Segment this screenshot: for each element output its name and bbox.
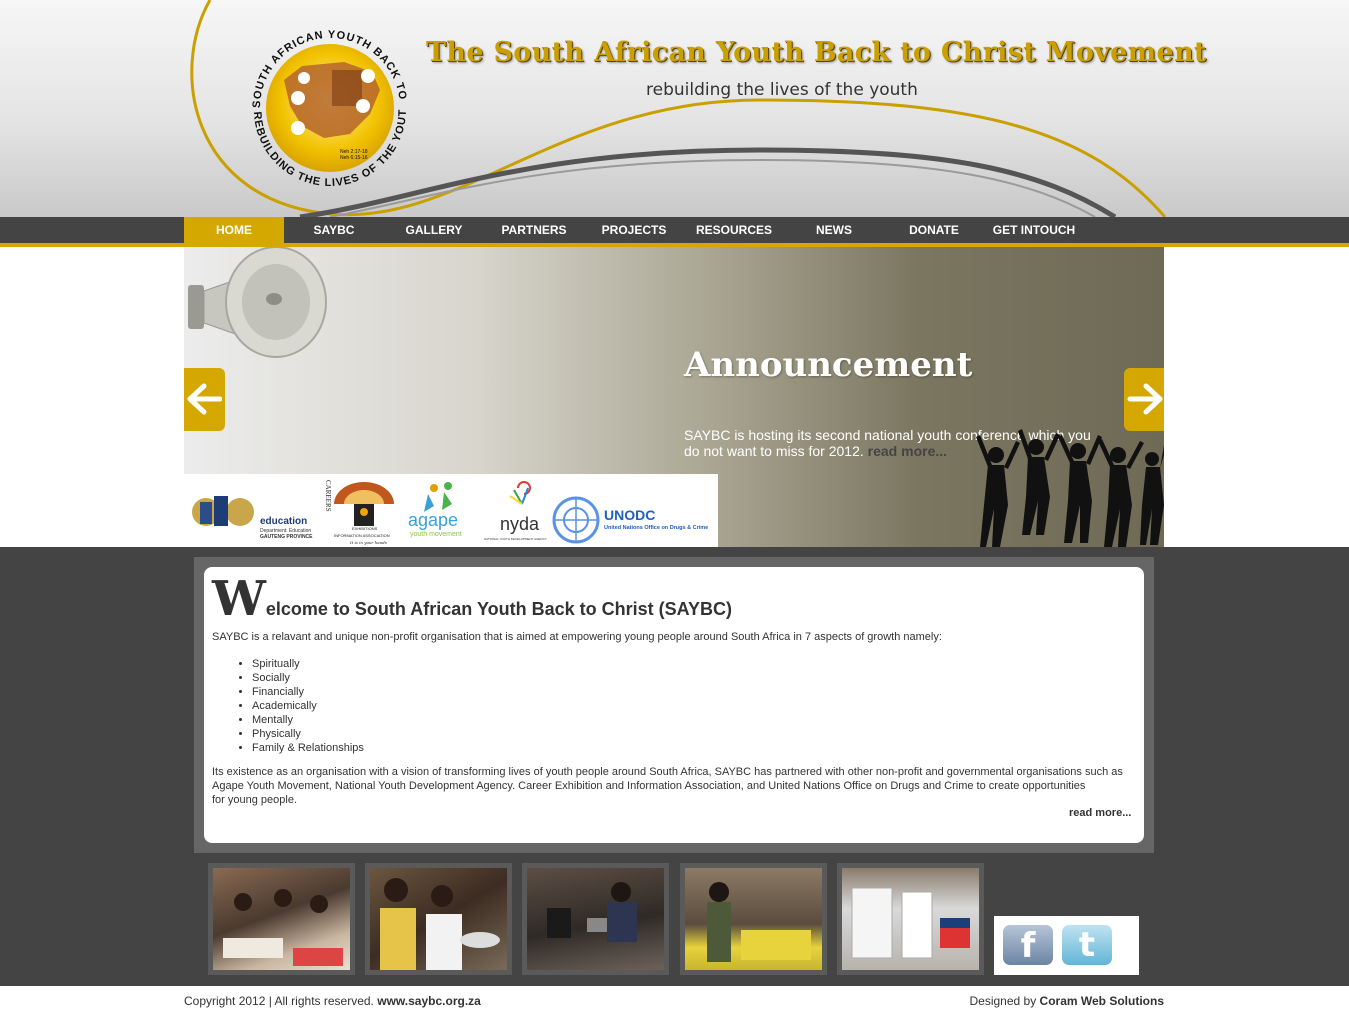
agape-label: agape <box>408 510 458 530</box>
nav-item-saybc[interactable]: SAYBC <box>284 217 384 243</box>
site-title: The South African Youth Back to Christ M… <box>426 37 1207 68</box>
arrow-right-icon <box>1127 383 1163 415</box>
partner-logos-strip: education Department: Education GAUTENG … <box>184 474 718 547</box>
nav-item-resources[interactable]: RESOURCES <box>684 217 784 243</box>
unodc-sub-label: United Nations Office on Drugs & Crime <box>604 525 708 531</box>
jumping-youth-silhouettes <box>976 429 1164 547</box>
welcome-body-line-2: Agape Youth Movement, National Youth Dev… <box>212 780 1086 792</box>
nav-item-news[interactable]: NEWS <box>784 217 884 243</box>
arrow-left-icon <box>187 383 222 415</box>
nyda-logo[interactable]: nyda NATIONAL YOUTH DEVELOPMENT AGENCY <box>484 474 556 547</box>
gallery-thumbnail-2[interactable] <box>365 863 512 975</box>
nav-item-home[interactable]: HOME <box>184 217 284 243</box>
gallery-thumbnail-5[interactable] <box>837 863 984 975</box>
welcome-title-text: elcome to South African Youth Back to Ch… <box>265 599 732 619</box>
twitter-icon[interactable]: t <box>1062 925 1112 965</box>
footer-credits: Designed by Coram Web Solutions <box>969 994 1164 1008</box>
gallery-thumbnail-1[interactable] <box>208 863 355 975</box>
careers-vertical-label: CAREERS <box>324 480 332 512</box>
unodc-logo[interactable]: UNODC United Nations Office on Drugs & C… <box>550 474 718 547</box>
announcement-heading: Announcement <box>684 345 973 385</box>
gallery-photo-4 <box>685 868 822 970</box>
gallery-photo-3 <box>527 868 664 970</box>
list-item: Spiritually <box>252 657 364 671</box>
facebook-icon[interactable]: f <box>1003 925 1053 966</box>
footer-site-link[interactable]: www.saybc.org.za <box>377 994 481 1008</box>
main-navigation: HOME SAYBC GALLERY PARTNERS PROJECTS RES… <box>184 217 1084 243</box>
footer-copyright: Copyright 2012 | All rights reserved. ww… <box>184 994 481 1008</box>
information-association-label: INFORMATION ASSOCIATION <box>334 533 390 538</box>
education-label: education <box>260 516 307 527</box>
welcome-body-line-3: for young people. <box>212 794 298 806</box>
list-item: Mentally <box>252 713 364 727</box>
gallery-photo-2 <box>370 868 507 970</box>
nyda-label: nyda <box>500 514 540 534</box>
copyright-text: Copyright 2012 | All rights reserved. <box>184 994 374 1008</box>
site-header: SOUTH AFRICAN YOUTH BACK TO CHRIST REBUI… <box>0 0 1349 217</box>
nav-item-donate[interactable]: DONATE <box>884 217 984 243</box>
announcement-read-more-link[interactable]: read more... <box>868 443 947 459</box>
exhibitions-label: EXHIBITIONS <box>352 526 378 531</box>
welcome-drop-cap: W <box>212 571 266 627</box>
list-item: Socially <box>252 671 364 685</box>
welcome-intro: SAYBC is a relavant and unique non-profi… <box>212 631 942 643</box>
nav-item-gallery[interactable]: GALLERY <box>384 217 484 243</box>
designed-by-text: Designed by <box>969 994 1037 1008</box>
growth-aspects-list: Spiritually Socially Financially Academi… <box>252 657 364 755</box>
site-tagline: rebuilding the lives of the youth <box>646 80 918 100</box>
logo-ref-2: Neh 6:15-16 <box>340 155 368 161</box>
designer-link[interactable]: Coram Web Solutions <box>1040 994 1164 1008</box>
saybc-logo[interactable]: SOUTH AFRICAN YOUTH BACK TO CHRIST REBUI… <box>228 9 428 198</box>
list-item: Financially <box>252 685 364 699</box>
slider-prev-button[interactable] <box>184 368 225 431</box>
welcome-read-more-link[interactable]: read more... <box>1069 807 1131 819</box>
nyda-sub-label: NATIONAL YOUTH DEVELOPMENT AGENCY <box>484 537 547 541</box>
nav-item-get-intouch[interactable]: GET INTOUCH <box>984 217 1084 243</box>
nav-item-partners[interactable]: PARTNERS <box>484 217 584 243</box>
careers-tagline: It is in your hands <box>349 540 387 545</box>
gallery-thumbnail-3[interactable] <box>522 863 669 975</box>
social-links: f t <box>994 916 1139 975</box>
list-item: Academically <box>252 699 364 713</box>
megaphone-icon <box>188 247 327 358</box>
careers-exhibition-logo[interactable]: CAREERS EXHIBITIONS INFORMATION ASSOCIAT… <box>322 474 404 547</box>
welcome-body: Its existence as an organisation with a … <box>212 765 1132 807</box>
list-item: Family & Relationships <box>252 741 364 755</box>
agape-sub-label: youth movement <box>410 531 462 538</box>
main-navigation-bar: HOME SAYBC GALLERY PARTNERS PROJECTS RES… <box>0 217 1349 247</box>
unodc-label: UNODC <box>604 507 655 523</box>
agape-youth-movement-logo[interactable]: agape youth movement <box>404 474 484 547</box>
announcement-slider: Announcement SAYBC is hosting its second… <box>184 247 1164 547</box>
gauteng-education-logo[interactable]: education Department: Education GAUTENG … <box>184 474 322 547</box>
welcome-body-line-1: Its existence as an organisation with a … <box>212 766 1123 778</box>
slider-next-button[interactable] <box>1124 368 1164 431</box>
welcome-panel: Welcome to South African Youth Back to C… <box>204 567 1144 843</box>
gauteng-province-label: GAUTENG PROVINCE <box>260 534 313 540</box>
gallery-thumbnail-4[interactable] <box>680 863 827 975</box>
list-item: Physically <box>252 727 364 741</box>
nav-item-projects[interactable]: PROJECTS <box>584 217 684 243</box>
gallery-photo-5 <box>842 868 979 970</box>
welcome-title: Welcome to South African Youth Back to C… <box>212 575 732 623</box>
header-swoosh-decoration <box>190 0 1167 217</box>
gallery-photo-1 <box>213 868 350 970</box>
